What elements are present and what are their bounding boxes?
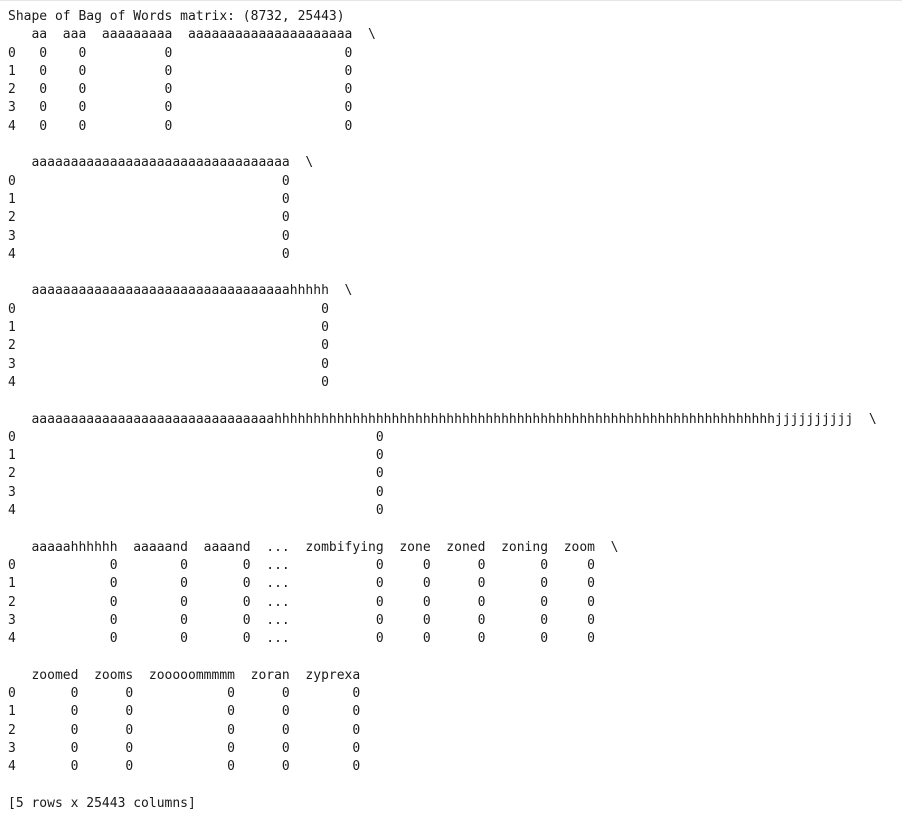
output-line: 2 0 — [8, 338, 353, 354]
output-line: 1 0 0 0 0 0 — [8, 704, 376, 720]
output-line: 0 0 0 0 ... 0 0 0 0 0 — [8, 557, 619, 573]
notebook-cell-output: Shape of Bag of Words matrix: (8732, 254… — [8, 8, 902, 813]
output-line: 4 0 — [8, 503, 408, 519]
output-line: 3 0 — [8, 356, 353, 372]
output-line: 4 0 — [8, 246, 314, 262]
cell-output-divider — [0, 0, 902, 1]
output-line: 4 0 — [8, 374, 353, 390]
output-line: 2 0 — [8, 210, 314, 226]
output-line: aaaaaaaaaaaaaaaaaaaaaaaaaaaaaaahhhhhhhhh… — [8, 411, 877, 427]
output-line: aaaaaaaaaaaaaaaaaaaaaaaaaaaaaaaaahhhhh \ — [8, 283, 353, 299]
output-line: Shape of Bag of Words matrix: (8732, 254… — [8, 9, 345, 24]
output-line: aa aaa aaaaaaaaa aaaaaaaaaaaaaaaaaaaaa \ — [8, 27, 376, 43]
output-line: 4 0 0 0 ... 0 0 0 0 0 — [8, 631, 619, 647]
output-line: 0 0 0 0 0 — [8, 45, 376, 61]
output-line: 1 0 — [8, 320, 353, 336]
output-line: 1 0 — [8, 448, 408, 464]
output-line: 3 0 0 0 ... 0 0 0 0 0 — [8, 612, 619, 628]
output-line: aaaaaaaaaaaaaaaaaaaaaaaaaaaaaaaaa \ — [8, 155, 314, 171]
output-line: 0 0 0 0 0 0 — [8, 685, 376, 701]
output-line: 3 0 — [8, 228, 314, 244]
output-line: 3 0 0 0 0 — [8, 100, 376, 116]
output-line: 3 0 0 0 0 0 — [8, 740, 376, 756]
output-line: [5 rows x 25443 columns] — [8, 795, 196, 811]
output-line: 2 0 — [8, 466, 408, 482]
output-line: 0 0 — [8, 173, 314, 189]
output-line: 2 0 0 0 ... 0 0 0 0 0 — [8, 594, 619, 610]
output-line: 1 0 — [8, 191, 314, 207]
output-line: 2 0 0 0 0 — [8, 82, 376, 98]
output-line: 1 0 0 0 ... 0 0 0 0 0 — [8, 576, 619, 592]
output-line: 0 0 — [8, 429, 408, 445]
output-line: aaaaahhhhhh aaaaand aaaand ... zombifyin… — [8, 539, 619, 555]
output-line: 3 0 — [8, 484, 408, 500]
output-line: zoomed zooms zooooommmmm zoran zyprexa — [8, 667, 376, 683]
output-line: 0 0 — [8, 301, 353, 317]
output-line: 2 0 0 0 0 0 — [8, 722, 376, 738]
output-line: 1 0 0 0 0 — [8, 63, 376, 79]
output-line: 4 0 0 0 0 0 — [8, 759, 376, 775]
output-line: 4 0 0 0 0 — [8, 118, 376, 134]
